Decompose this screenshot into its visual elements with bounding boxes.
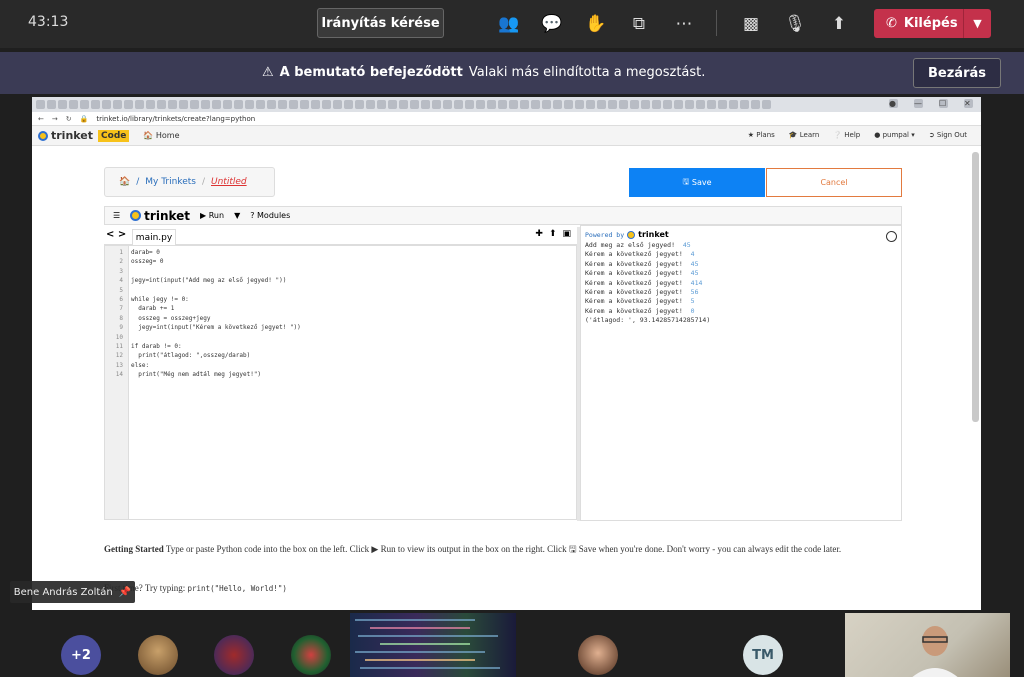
output-line: Kérem a következő jegyet! 45 <box>585 259 699 268</box>
avatar <box>291 635 331 675</box>
output-line: Kérem a következő jegyet! 56 <box>585 288 699 296</box>
close-banner-button[interactable]: Bezárás <box>913 58 1001 88</box>
phone-hangup-icon: ✆ <box>886 16 897 31</box>
output-line: Kérem a következő jegyet! 4 <box>585 250 695 259</box>
code-line[interactable]: 7 darab += 1 <box>105 305 174 314</box>
code-line[interactable]: 14 print("Még nem adtál meg jegyet!") <box>105 371 261 380</box>
add-file-icon[interactable]: ✚ <box>535 229 543 239</box>
presentation-ended-banner: ⚠ A bemutató befejeződött Valaki más eli… <box>0 52 1024 94</box>
warning-icon: ⚠ <box>262 65 274 80</box>
home-icon[interactable]: 🏠 <box>119 177 130 187</box>
menu-icon[interactable]: ☰ <box>113 211 120 220</box>
forward-icon[interactable]: → <box>52 115 58 123</box>
upload-icon[interactable]: ⬆ <box>549 229 557 239</box>
banner-text: Valaki más elindította a megosztást. <box>468 65 706 80</box>
tab-scroll-arrows[interactable]: < > <box>106 229 126 240</box>
toolbar-divider <box>716 10 717 36</box>
nav-plans[interactable]: ★ Plans <box>748 131 775 139</box>
nav-help[interactable]: ❔ Help <box>833 131 860 139</box>
window-controls[interactable]: ● — ☐ ✕ <box>889 99 973 108</box>
run-button[interactable]: ▶ Run <box>200 211 224 220</box>
output-line: Add meg az első jegyed! 45 <box>585 241 691 249</box>
code-line[interactable]: 3 <box>105 268 131 277</box>
more-participants-avatar[interactable]: +2 <box>61 635 101 675</box>
trinket-logo[interactable]: trinket Code <box>38 129 130 142</box>
breadcrumb-current[interactable]: Untitled <box>211 177 247 187</box>
code-line[interactable]: 8 osszeg = osszeg+jegy <box>105 315 210 324</box>
code-line[interactable]: 13 else: <box>105 362 149 371</box>
code-line[interactable]: 1 darab= 0 <box>105 249 160 258</box>
reactions-icon[interactable]: ✋ <box>585 13 607 35</box>
nav-sign-out[interactable]: ➲ Sign Out <box>929 131 967 139</box>
leave-button[interactable]: ✆ Kilépés ▼ <box>874 9 991 38</box>
editor-toolbar: ☰ trinket ▶ Run ▼ ? Modules <box>104 206 902 225</box>
save-button[interactable]: 🖫 Save <box>629 168 765 197</box>
meeting-timer: 43:13 <box>28 14 69 30</box>
banner-title: A bemutató befejeződött <box>279 65 463 80</box>
avatar <box>138 635 178 675</box>
person-video <box>912 626 958 677</box>
avatar <box>214 635 254 675</box>
cancel-button[interactable]: Cancel <box>766 168 902 197</box>
chevron-down-icon[interactable]: ▼ <box>963 9 991 38</box>
breadcrumb-root[interactable]: My Trinkets <box>145 177 196 187</box>
code-line[interactable]: 4 jegy=int(input("Add meg az első jegyed!… <box>105 277 286 286</box>
output-line: Kérem a következő jegyet! 0 <box>585 306 695 315</box>
shared-screen: ● — ☐ ✕ ← → ↻ 🔒 trinket.io/library/trinkets… <box>32 97 981 610</box>
code-line[interactable]: 6 while jegy != 0: <box>105 296 188 305</box>
lock-icon: 🔒 <box>79 114 89 123</box>
more-options-icon[interactable]: ⋯ <box>673 13 695 35</box>
nav-user[interactable]: ● pumpal ▾ <box>874 131 914 139</box>
address-bar[interactable]: ← → ↻ 🔒 trinket.io/library/trinkets/crea… <box>32 112 981 126</box>
code-line[interactable]: 5 <box>105 287 131 296</box>
run-options-icon[interactable]: ▼ <box>234 211 240 220</box>
stop-icon[interactable] <box>886 231 897 242</box>
trinket-navbar: trinket Code 🏠 Home ★ Plans 🎓 Learn ❔ Hel… <box>32 126 981 146</box>
code-badge: Code <box>98 129 130 142</box>
getting-started: Getting Started Type or paste Python cod… <box>104 544 842 554</box>
code-line[interactable]: 2 osszeg= 0 <box>105 258 163 267</box>
code-line[interactable]: 9 jegy=int(input("Kérem a következő jegy… <box>105 324 300 333</box>
video-thumbnail <box>350 613 516 677</box>
code-line[interactable]: 10 <box>105 334 131 343</box>
code-editor[interactable]: 1 darab= 0 2 osszeg= 0 3 4 jegy=int(input("Add… <box>104 245 577 520</box>
tab-main-py[interactable]: main.py <box>132 229 176 245</box>
pin-icon: 📌 <box>118 586 132 598</box>
microphone-icon[interactable]: 🎙 <box>784 13 806 35</box>
camera-icon[interactable]: ▩ <box>740 13 762 35</box>
avatar <box>578 635 618 675</box>
file-tab-row: < > main.py ✚ ⬆ ▣ <box>104 227 577 245</box>
presenter-name-tag: Bene András Zoltán 📌 <box>10 581 135 603</box>
page-scrollbar[interactable] <box>972 152 979 422</box>
nav-home[interactable]: 🏠 Home <box>143 131 179 140</box>
back-icon[interactable]: ← <box>38 115 44 123</box>
request-control-button[interactable]: Irányítás kérése <box>317 8 444 38</box>
trinket-brand: trinket <box>130 209 190 223</box>
output-line: Kérem a következő jegyet! 45 <box>585 269 699 278</box>
chat-icon[interactable]: 💬 <box>541 13 563 35</box>
leave-label: Kilépés <box>903 16 958 31</box>
output-line: Kérem a következő jegyet! 5 <box>585 297 695 306</box>
tm-avatar: TM <box>743 635 783 675</box>
meeting-toolbar: 43:13 Irányítás kérése 👥 💬 ✋ ⧉ ⋯ ▩ 🎙 ⬆ ✆… <box>0 0 1024 48</box>
powered-by: Powered by trinket <box>585 230 669 239</box>
breadcrumb: 🏠 / My Trinkets / Untitled <box>104 167 275 197</box>
browser-tab-strip[interactable]: ● — ☐ ✕ <box>32 97 981 112</box>
code-line[interactable]: 11 if darab != 0: <box>105 343 182 352</box>
modules-button[interactable]: ? Modules <box>250 211 290 220</box>
code-line[interactable]: 12 print("átlagod: ",osszeg/darab) <box>105 352 250 361</box>
image-icon[interactable]: ▣ <box>562 229 571 239</box>
url-text[interactable]: trinket.io/library/trinkets/create?lang=… <box>96 115 255 123</box>
output-console: Powered by trinket Add meg az első jegyed… <box>580 225 902 521</box>
self-video <box>845 613 1010 677</box>
output-line: ('átlagod: ', 93.14285714285714) <box>585 316 711 325</box>
reload-icon[interactable]: ↻ <box>66 115 72 123</box>
people-icon[interactable]: 👥 <box>498 13 520 35</box>
rooms-icon[interactable]: ⧉ <box>628 13 650 35</box>
share-screen-icon[interactable]: ⬆ <box>828 13 850 35</box>
nav-learn[interactable]: 🎓 Learn <box>789 131 820 139</box>
output-line: Kérem a következő jegyet! 414 <box>585 278 703 287</box>
